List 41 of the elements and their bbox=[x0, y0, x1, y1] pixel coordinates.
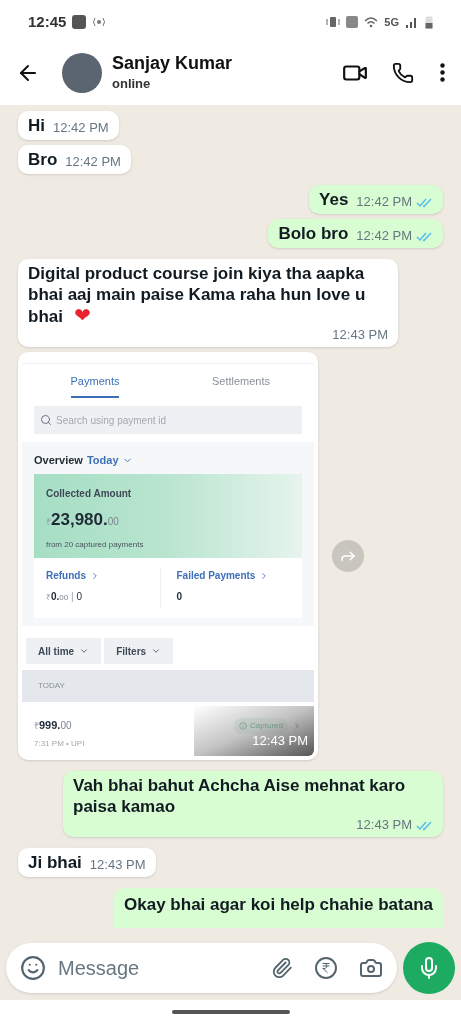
message-time: 12:43 PM bbox=[356, 817, 412, 833]
transaction-amount: ₹999.00 bbox=[34, 718, 73, 733]
message-time: 12:42 PM bbox=[53, 120, 109, 136]
refunds-value: ₹0.00 | 0 bbox=[46, 590, 83, 604]
message-text: Bolo bro bbox=[278, 223, 349, 244]
network-type: 5G bbox=[384, 14, 399, 30]
message-time: 12:43 PM bbox=[252, 731, 308, 750]
card-note: from 20 captured payments bbox=[46, 538, 145, 551]
failed-count: 0 bbox=[176, 590, 184, 604]
message-text: Okay bhai agar koi help chahie batana bbox=[124, 895, 433, 914]
overview-label: Overview bbox=[34, 452, 83, 468]
status-badge: Captured bbox=[234, 718, 288, 734]
message-text: Hi bbox=[28, 115, 45, 136]
payments-tab[interactable]: Settlements bbox=[168, 364, 314, 400]
message-time: 12:42 PM bbox=[356, 228, 412, 244]
message-text: Digital product course join kiya tha aapka bhai aaj main paise Kama raha hun love u bhai ❤ bbox=[28, 263, 367, 327]
message-time: 12:42 PM bbox=[356, 194, 412, 210]
message-text: Vah bhai bahut Achcha Aise mehnat karo paisa kamao bbox=[73, 775, 407, 817]
card-title: Collected Amount bbox=[46, 487, 133, 501]
filter-dropdown[interactable]: Filters bbox=[104, 638, 174, 664]
failed-payments-link[interactable]: Failed Payments bbox=[176, 568, 290, 583]
message-time: 12:43 PM bbox=[332, 327, 388, 343]
search-input[interactable]: Search using payment id bbox=[56, 412, 296, 428]
message-time: 12:43 PM bbox=[89, 857, 146, 873]
status-time: 12:45 bbox=[28, 11, 67, 32]
contact-status: online bbox=[112, 74, 152, 93]
message-text: Bro bbox=[28, 149, 58, 170]
payments-tab[interactable]: Payments bbox=[22, 364, 168, 400]
message-text: Yes bbox=[319, 189, 349, 210]
message-input[interactable]: Message bbox=[58, 952, 271, 983]
collected-amount: ₹23,980.00 bbox=[46, 509, 120, 531]
message-time: 12:42 PM bbox=[65, 154, 121, 170]
contact-name[interactable]: Sanjay Kumar bbox=[112, 51, 342, 74]
transaction-meta: 7:31 PM • UPI bbox=[34, 738, 85, 750]
section-header: TODAY bbox=[22, 670, 314, 702]
search-bar[interactable]: Search using payment id bbox=[34, 406, 302, 434]
period-dropdown[interactable]: Today bbox=[86, 451, 133, 469]
message-text: Ji bhai bbox=[28, 852, 82, 873]
filter-dropdown[interactable]: All time bbox=[26, 638, 102, 664]
refunds-link[interactable]: Refunds bbox=[46, 568, 160, 583]
message-bar[interactable]: Message bbox=[6, 942, 397, 993]
